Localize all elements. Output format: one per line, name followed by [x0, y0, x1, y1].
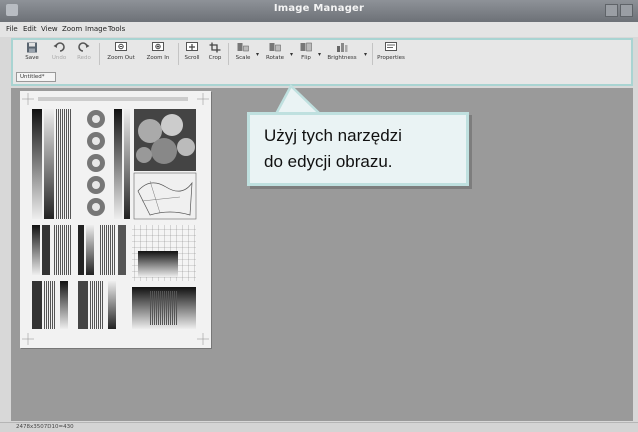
document-tab[interactable]: Untitled*	[16, 72, 56, 82]
redo-icon	[78, 42, 90, 52]
toolbar-separator	[372, 43, 373, 65]
zoom-out-icon	[115, 42, 127, 51]
rotate-button[interactable]: Rotate	[262, 42, 288, 68]
menu-view[interactable]: View	[41, 25, 58, 33]
scale-button[interactable]: Scale	[232, 42, 254, 68]
status-text: 2478x3507D10=430	[16, 424, 74, 430]
flip-label: Flip	[301, 55, 311, 61]
document-preview[interactable]	[20, 91, 211, 348]
test-chart-image	[22, 93, 209, 345]
scale-dropdown-arrow[interactable]: ▾	[256, 51, 259, 58]
undo-icon	[53, 42, 65, 52]
menu-zoom[interactable]: Zoom	[62, 25, 82, 33]
scroll-label: Scroll	[184, 55, 200, 61]
undo-button[interactable]: Undo	[48, 42, 70, 68]
crop-icon	[209, 42, 221, 53]
crop-label: Crop	[208, 55, 222, 61]
callout-line-1: Użyj tych narzędzi	[264, 126, 402, 145]
scale-label: Scale	[235, 55, 251, 61]
rotate-icon	[269, 43, 281, 52]
save-icon	[27, 42, 37, 53]
title-bar: Image Manager	[0, 0, 638, 22]
flip-icon	[300, 42, 312, 52]
menu-file[interactable]: File	[6, 25, 18, 33]
menu-tools[interactable]: Tools	[108, 25, 125, 33]
properties-icon	[385, 42, 397, 51]
minimize-button[interactable]	[605, 4, 618, 17]
flip-dropdown-arrow[interactable]: ▾	[318, 51, 321, 58]
zoom-out-label: Zoom Out	[107, 55, 135, 61]
crop-button[interactable]: Crop	[205, 42, 225, 68]
brightness-dropdown-arrow[interactable]: ▾	[364, 51, 367, 58]
undo-label: Undo	[51, 55, 67, 61]
brightness-label: Brightness	[327, 55, 357, 61]
zoom-in-label: Zoom In	[146, 55, 170, 61]
toolbar-separator	[228, 43, 229, 65]
scroll-button[interactable]: Scroll	[181, 42, 203, 68]
properties-button[interactable]: Properties	[374, 42, 408, 68]
brightness-button[interactable]: Brightness	[322, 42, 362, 68]
toolbar-separator	[99, 43, 100, 65]
redo-label: Redo	[77, 55, 91, 61]
menu-image[interactable]: Image	[85, 25, 107, 33]
scroll-icon	[186, 42, 198, 51]
image-manager-window: Image Manager File Edit View Zoom Image …	[0, 0, 638, 432]
redo-button[interactable]: Redo	[73, 42, 95, 68]
save-button[interactable]: Save	[20, 42, 44, 68]
scale-icon	[237, 43, 249, 52]
zoom-in-button[interactable]: Zoom In	[141, 42, 175, 68]
save-label: Save	[25, 55, 39, 61]
menu-bar: File Edit View Zoom Image Tools	[0, 22, 638, 37]
window-title: Image Manager	[273, 3, 365, 14]
brightness-icon	[337, 43, 348, 52]
menu-edit[interactable]: Edit	[23, 25, 37, 33]
callout-box: Użyj tych narzędzi do edycji obrazu.	[247, 112, 469, 186]
rotate-dropdown-arrow[interactable]: ▾	[290, 51, 293, 58]
maximize-button[interactable]	[620, 4, 633, 17]
callout-line-2: do edycji obrazu.	[264, 152, 393, 171]
properties-label: Properties	[377, 55, 405, 61]
zoom-out-button[interactable]: Zoom Out	[103, 42, 139, 68]
rotate-label: Rotate	[265, 55, 284, 61]
zoom-in-icon	[152, 42, 164, 51]
toolbar-separator	[178, 43, 179, 65]
flip-button[interactable]: Flip	[296, 42, 316, 68]
